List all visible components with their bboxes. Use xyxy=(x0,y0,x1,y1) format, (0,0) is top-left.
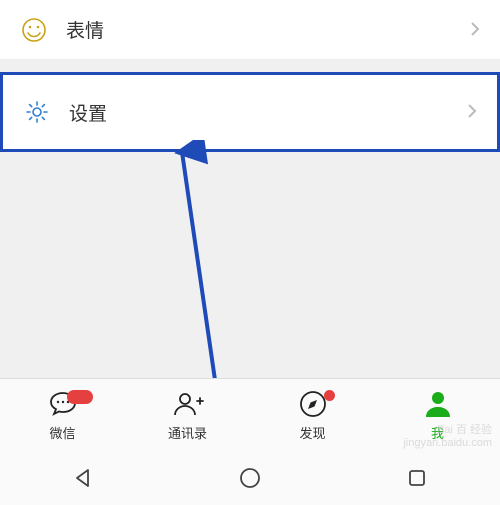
annotation-arrow xyxy=(110,140,230,395)
settings-highlight-box: 设置 xyxy=(0,72,500,152)
tab-contacts-label: 通讯录 xyxy=(168,423,207,442)
emoji-icon xyxy=(20,16,48,44)
home-button[interactable] xyxy=(220,466,280,490)
unread-badge xyxy=(67,390,93,404)
person-icon xyxy=(424,388,452,420)
tab-chat-label: 微信 xyxy=(49,423,75,442)
chevron-right-icon xyxy=(467,99,477,125)
watermark-line1: Bai 百 经验 xyxy=(403,424,492,437)
tab-discover-label: 发现 xyxy=(299,423,325,442)
watermark-line2: jingyan.baidu.com xyxy=(403,437,492,450)
gear-icon xyxy=(23,98,51,126)
tab-contacts[interactable]: 通讯录 xyxy=(125,388,250,442)
back-button[interactable] xyxy=(53,467,113,489)
android-nav-bar xyxy=(0,450,500,505)
list-item-settings[interactable]: 设置 xyxy=(3,75,497,149)
tab-discover[interactable]: 发现 xyxy=(250,388,375,442)
recent-apps-button[interactable] xyxy=(387,468,447,488)
list-item-settings-label: 设置 xyxy=(69,99,467,126)
compass-icon xyxy=(298,388,328,420)
chevron-right-icon xyxy=(470,17,480,43)
list-item-emoji[interactable]: 表情 xyxy=(0,0,500,60)
list-item-emoji-label: 表情 xyxy=(66,16,470,43)
notification-dot xyxy=(324,390,335,401)
tab-chat[interactable]: 微信 xyxy=(0,388,125,442)
contacts-icon xyxy=(171,388,205,420)
watermark: Bai 百 经验 jingyan.baidu.com xyxy=(403,424,492,450)
